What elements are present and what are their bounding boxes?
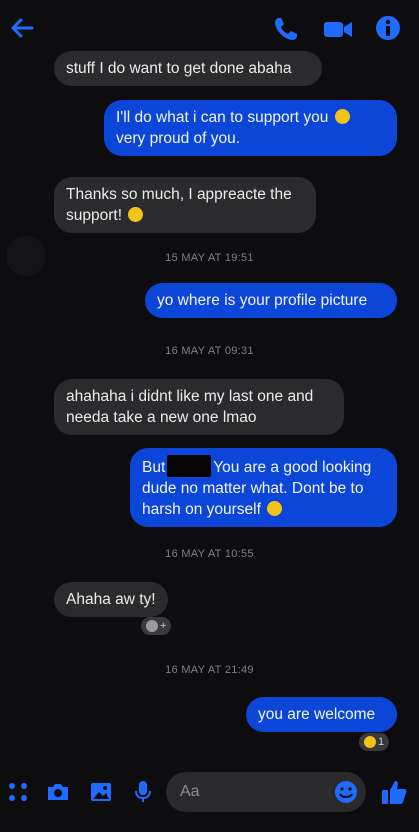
back-arrow-icon[interactable] <box>8 14 36 42</box>
add-reaction-plus: + <box>160 620 167 632</box>
message-outgoing[interactable]: yo where is your profile picture <box>145 283 397 318</box>
message-outgoing[interactable]: But You are a good looking dude no matter… <box>130 448 397 527</box>
message-text: harsh on yourself <box>142 501 261 518</box>
timestamp: 16 MAY AT 21:49 <box>165 664 254 676</box>
message-text: You are a good looking <box>213 459 372 476</box>
grimace-emoji-icon <box>267 501 283 516</box>
timestamp: 16 MAY AT 09:31 <box>165 345 254 357</box>
message-text: yo where is your profile picture <box>157 292 368 309</box>
message-text: needa take a new one lmao <box>66 409 257 426</box>
message-outgoing[interactable]: I'll do what i can to support you very p… <box>104 100 397 156</box>
message-input[interactable]: Aa <box>166 772 366 812</box>
message-incoming[interactable]: ahahaha i didnt like my last one and nee… <box>54 379 344 435</box>
message-incoming[interactable]: Ahaha aw ty! <box>54 582 168 617</box>
message-text: you are welcome <box>258 706 376 723</box>
thumbs-up-icon[interactable] <box>380 778 408 806</box>
reaction-count: 1 <box>378 736 385 748</box>
gallery-icon[interactable] <box>89 780 113 804</box>
message-text: Thanks so much, I appreacte the <box>66 186 292 203</box>
love-reaction-badge[interactable]: 1 <box>359 733 390 751</box>
timestamp: 15 MAY AT 19:51 <box>165 252 254 264</box>
video-camera-icon[interactable] <box>322 15 354 43</box>
microphone-icon[interactable] <box>131 780 155 804</box>
message-text: I'll do what i can to support you <box>116 109 329 126</box>
message-text: support! <box>66 207 123 224</box>
emoji-icon[interactable] <box>334 780 358 804</box>
message-outgoing[interactable]: you are welcome <box>246 697 397 732</box>
camera-icon[interactable] <box>46 780 70 804</box>
info-icon[interactable] <box>374 14 402 42</box>
message-composer: Aa <box>0 758 419 824</box>
message-text: stuff I do want to get done abaha <box>66 60 292 77</box>
add-reaction-button[interactable]: + <box>141 617 172 635</box>
message-incoming[interactable]: Thanks so much, I appreacte the support! <box>54 177 316 233</box>
message-thread[interactable]: stuff I do want to get done abaha I'll d… <box>0 46 419 756</box>
message-text: Ahaha aw ty! <box>66 591 156 608</box>
redacted-name <box>167 455 212 477</box>
reaction-smiley-icon <box>146 620 158 632</box>
grimace-emoji-icon <box>128 207 144 222</box>
message-text: ahahaha i didnt like my last one and <box>66 388 314 405</box>
smiling-face-emoji-icon <box>334 109 350 124</box>
message-input-placeholder: Aa <box>180 783 200 800</box>
message-text: dude no matter what. Dont be to <box>142 480 364 497</box>
heart-eyes-emoji-icon <box>364 736 376 748</box>
phone-icon[interactable] <box>272 15 300 43</box>
message-text: very proud of you. <box>116 130 241 147</box>
message-incoming[interactable]: stuff I do want to get done abaha <box>54 51 322 86</box>
message-text: But <box>142 459 166 476</box>
timestamp: 16 MAY AT 10:55 <box>165 548 254 560</box>
apps-grid-icon[interactable] <box>6 780 30 804</box>
